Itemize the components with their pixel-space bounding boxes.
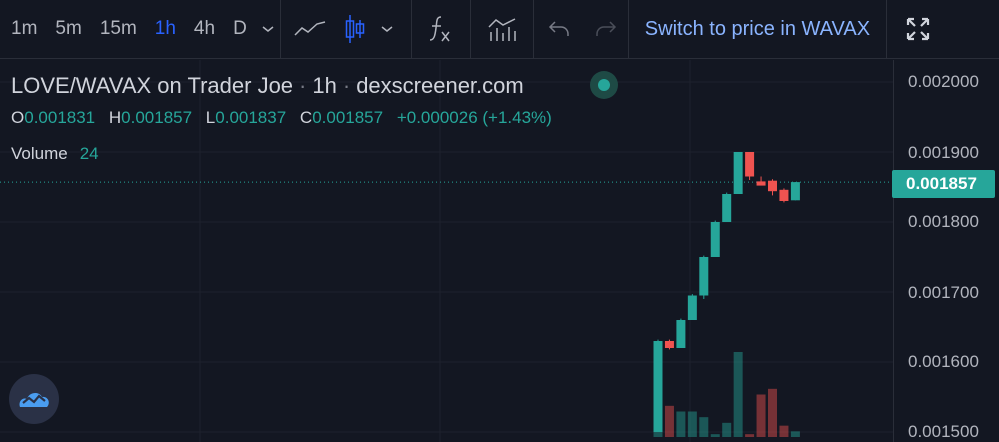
volume-bar — [768, 388, 777, 437]
volume-bar — [687, 411, 697, 437]
volume-bar — [722, 422, 732, 437]
candle-body — [710, 222, 720, 257]
open-value: 0.001831 — [24, 108, 96, 127]
volume-bar — [745, 434, 755, 437]
candle-body — [779, 189, 789, 201]
volume-bar — [710, 434, 720, 437]
candle-body — [653, 341, 663, 432]
price-axis-label: 0.001500 — [908, 422, 979, 441]
last-price-label: 0.001857 — [892, 170, 995, 198]
price-axis[interactable] — [893, 60, 999, 442]
candle-body — [790, 182, 800, 201]
volume-key: Volume — [11, 144, 68, 163]
volume-legend: Volume 24 — [11, 144, 99, 164]
price-chart — [0, 60, 893, 442]
volume-bar — [779, 425, 789, 437]
volume-bar — [733, 352, 743, 437]
source-label: dexscreener.com — [356, 73, 524, 98]
chart-legend-title: LOVE/WAVAX on Trader Joe · 1h · dexscreener.… — [11, 73, 524, 99]
ohlc-values: O0.001831 H0.001857 L0.001837 C0.001857 … — [11, 108, 561, 128]
price-axis-label: 0.002000 — [908, 72, 979, 91]
candle-body — [687, 295, 697, 320]
price-axis-label: 0.001900 — [908, 143, 979, 162]
low-key: L — [205, 108, 216, 127]
market-status-indicator[interactable] — [590, 71, 618, 99]
pair-name: LOVE/WAVAX on Trader Joe — [11, 73, 294, 98]
legend-separator: · — [342, 73, 351, 98]
candle-body — [733, 152, 743, 194]
volume-value: 24 — [79, 144, 99, 163]
volume-bar — [790, 431, 800, 437]
close-value: 0.001857 — [312, 108, 384, 127]
candle-body — [722, 194, 732, 222]
high-key: H — [108, 108, 122, 127]
close-key: C — [299, 108, 313, 127]
volume-bar — [756, 394, 766, 437]
candle-body — [699, 257, 709, 296]
low-value: 0.001837 — [215, 108, 287, 127]
candle-body — [745, 152, 755, 177]
candle-body — [768, 180, 777, 192]
high-value: 0.001857 — [121, 108, 193, 127]
legend-separator: · — [299, 73, 307, 98]
price-change: +0.000026 (+1.43%) — [396, 108, 552, 127]
candle-body — [676, 320, 686, 348]
interval-label: 1h — [312, 73, 337, 98]
candle-body — [664, 341, 674, 348]
price-axis-label: 0.001800 — [908, 212, 979, 231]
price-axis-label: 0.001600 — [908, 352, 979, 371]
candle-body — [756, 181, 766, 186]
volume-bar — [676, 411, 686, 437]
open-key: O — [11, 108, 25, 127]
volume-bar — [664, 405, 674, 437]
tradingview-logo-button[interactable] — [9, 374, 59, 424]
price-axis-label: 0.001700 — [908, 283, 979, 302]
volume-bar — [699, 417, 709, 437]
cloud-logo-icon — [19, 393, 49, 407]
